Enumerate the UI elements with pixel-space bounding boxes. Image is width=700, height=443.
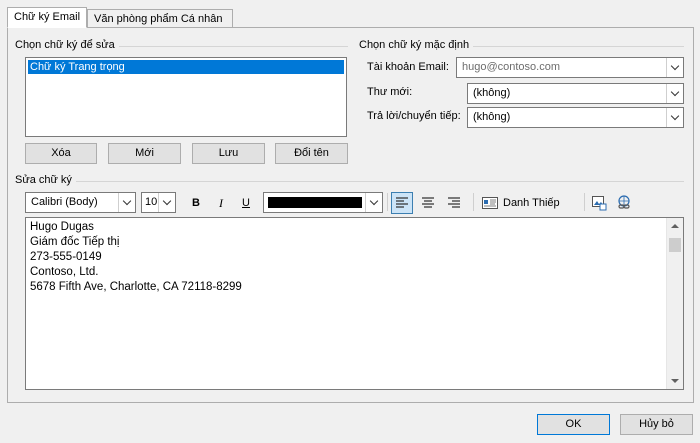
signature-line: Contoso, Ltd. <box>30 266 99 278</box>
chevron-down-icon <box>666 58 683 77</box>
italic-label: I <box>219 196 223 210</box>
editor-scrollbar[interactable] <box>666 218 683 389</box>
align-center-icon <box>422 197 434 208</box>
scroll-up-icon[interactable] <box>667 218 683 234</box>
signature-list[interactable]: Chữ ký Trang trọng <box>25 57 347 137</box>
chevron-down-icon <box>666 84 683 103</box>
signature-editor[interactable]: Hugo Dugas Giám đốc Tiếp thị 273-555-014… <box>25 217 684 390</box>
toolbar-separator <box>584 193 585 211</box>
insert-hyperlink-button[interactable] <box>614 193 634 213</box>
select-signature-label: Chọn chữ ký để sửa <box>15 39 119 51</box>
scroll-down-icon[interactable] <box>667 373 683 389</box>
font-size-value: 10 <box>145 196 158 208</box>
replies-forwards-value: (không) <box>473 111 511 123</box>
ok-button[interactable]: OK <box>537 414 610 435</box>
bold-button[interactable]: B <box>186 193 206 213</box>
tab-personal-stationery[interactable]: Văn phòng phẩm Cá nhân <box>87 9 233 28</box>
toolbar-separator <box>473 193 474 211</box>
edit-group-rule <box>15 181 684 182</box>
font-color-select[interactable] <box>263 192 383 213</box>
replies-forwards-select[interactable]: (không) <box>467 107 684 128</box>
font-value: Calibri (Body) <box>31 196 98 208</box>
signature-line: 273-555-0149 <box>30 251 102 263</box>
insert-picture-icon <box>592 196 607 211</box>
insert-picture-button[interactable] <box>589 193 609 213</box>
chevron-down-icon <box>118 193 135 212</box>
save-button[interactable]: Lưu <box>192 143 265 164</box>
edit-signature-label: Sửa chữ ký <box>15 174 76 186</box>
chevron-down-icon <box>365 193 382 212</box>
rename-button[interactable]: Đổi tên <box>275 143 348 164</box>
italic-button[interactable]: I <box>211 193 231 213</box>
align-left-icon <box>396 197 408 208</box>
business-card-button[interactable]: Danh Thiếp <box>479 193 567 213</box>
align-left-button[interactable] <box>391 192 413 214</box>
toolbar-separator <box>387 193 388 211</box>
tab-email-signature-label: Chữ ký Email <box>14 11 81 23</box>
chevron-down-icon <box>666 108 683 127</box>
insert-hyperlink-icon <box>618 195 630 209</box>
new-messages-select[interactable]: (không) <box>467 83 684 104</box>
underline-button[interactable]: U <box>236 193 256 213</box>
align-center-button[interactable] <box>417 193 439 213</box>
new-button[interactable]: Mới <box>108 143 181 164</box>
new-messages-label: Thư mới: <box>367 86 413 98</box>
align-right-icon <box>448 197 460 208</box>
signature-list-item[interactable]: Chữ ký Trang trọng <box>28 60 344 74</box>
align-right-button[interactable] <box>443 193 465 213</box>
default-signature-label: Chọn chữ ký mặc định <box>359 39 474 51</box>
email-account-label: Tài khoản Email: <box>367 61 449 73</box>
signature-line: 5678 Fifth Ave, Charlotte, CA 72118-8299 <box>30 281 242 293</box>
font-size-select[interactable]: 10 <box>141 192 176 213</box>
tab-email-signature[interactable]: Chữ ký Email <box>7 7 87 28</box>
font-select[interactable]: Calibri (Body) <box>25 192 136 213</box>
scroll-thumb[interactable] <box>669 238 681 252</box>
chevron-down-icon <box>158 193 175 212</box>
font-color-swatch <box>268 197 362 208</box>
replies-forwards-label: Trả lời/chuyển tiếp: <box>367 110 461 122</box>
signature-line: Hugo Dugas <box>30 221 94 233</box>
new-messages-value: (không) <box>473 87 511 99</box>
cancel-button[interactable]: Hủy bỏ <box>620 414 693 435</box>
tab-personal-stationery-label: Văn phòng phẩm Cá nhân <box>94 13 223 25</box>
bold-label: B <box>192 197 200 209</box>
business-card-icon <box>482 197 498 209</box>
delete-button[interactable]: Xóa <box>25 143 97 164</box>
underline-label: U <box>242 197 250 209</box>
email-account-value: hugo@contoso.com <box>462 61 561 73</box>
business-card-label: Danh Thiếp <box>503 197 560 209</box>
email-account-select[interactable]: hugo@contoso.com <box>456 57 684 78</box>
signature-line: Giám đốc Tiếp thị <box>30 236 120 248</box>
